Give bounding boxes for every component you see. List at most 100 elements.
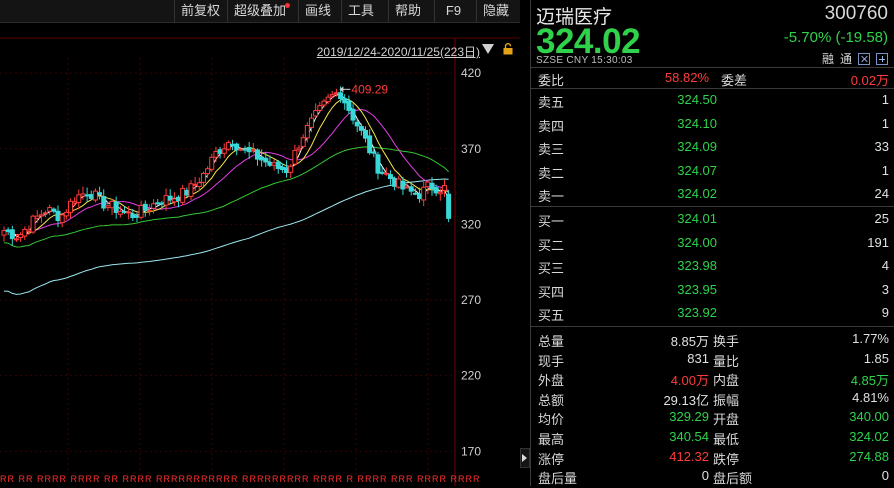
commission-ratio-row: 委比 58.82% 委差 0.02万: [531, 67, 894, 90]
candle-body: [192, 183, 198, 186]
margin-badge: 融: [821, 52, 834, 66]
candle-body: [43, 212, 49, 215]
candle-body: [425, 181, 431, 188]
order-book-row[interactable]: 卖三 324.09 33: [531, 136, 894, 159]
candle-body: [292, 149, 298, 165]
candle-body: [18, 234, 24, 238]
toolbar-super-overlay[interactable]: 超级叠加: [227, 0, 292, 22]
candle-body: [429, 182, 435, 190]
level-volume: 1: [881, 162, 889, 178]
toolbar-label: 工具: [348, 3, 375, 18]
candlestick-chart[interactable]: 420 370 320 270 220 170 409.29: [0, 0, 520, 486]
panel-collapse-handle[interactable]: [520, 448, 530, 468]
candle-body: [408, 186, 414, 192]
candle-body: [72, 201, 78, 204]
candle-body: [55, 210, 61, 221]
candle-body: [5, 229, 11, 232]
level-label: 卖五: [538, 95, 565, 110]
toolbar-help[interactable]: 帮助: [388, 0, 427, 22]
level-volume: 1: [881, 92, 889, 107]
candle-body: [9, 229, 15, 240]
candle-body: [225, 142, 231, 150]
toolbar-label: 隐藏: [483, 3, 510, 18]
candle-body: [371, 151, 377, 154]
candle-body: [101, 196, 107, 209]
candle-body: [383, 172, 389, 175]
notification-dot-icon: [285, 3, 291, 8]
level-label: 卖三: [538, 142, 565, 157]
candle-body: [34, 215, 40, 219]
stat-value: 340.54: [669, 429, 709, 444]
candle-body: [421, 186, 427, 201]
price-tick-label: 270: [461, 293, 481, 307]
price-tick-label: 420: [461, 66, 481, 80]
candle-body: [313, 110, 319, 117]
candle-body: [92, 190, 98, 201]
candle-body: [271, 162, 277, 166]
level-price: 323.92: [677, 305, 717, 320]
stat-value: 0: [881, 468, 889, 484]
level-volume: 3: [881, 281, 889, 297]
close-icon[interactable]: [858, 52, 870, 65]
level-price: 323.98: [677, 258, 717, 273]
candle-body: [26, 229, 32, 233]
candle-body: [196, 182, 202, 187]
candle-body: [13, 238, 19, 241]
candle-body: [84, 194, 90, 197]
candle-body: [146, 209, 152, 212]
candle-body: [59, 214, 65, 224]
candle-body: [379, 171, 385, 174]
candle-body: [404, 186, 410, 189]
order-book-row[interactable]: 卖一 324.02 24: [531, 183, 894, 206]
candle-body: [367, 135, 373, 154]
stat-value: 412.32: [669, 448, 709, 464]
order-book-row[interactable]: 买三 323.98 4: [531, 255, 894, 278]
candle-body: [205, 168, 211, 175]
add-icon[interactable]: [876, 52, 888, 65]
candle-body: [130, 213, 136, 219]
order-book-row[interactable]: 卖二 324.07 1: [531, 160, 894, 183]
order-book-row[interactable]: 买五 323.92 9: [531, 302, 894, 325]
price-tick-label: 170: [461, 444, 481, 458]
level-volume: 9: [881, 305, 889, 320]
peak-price-label: 409.29: [351, 82, 388, 96]
candle-body: [171, 198, 177, 203]
candle-body: [30, 215, 36, 233]
candle-body: [142, 203, 148, 211]
order-book-row[interactable]: 卖四 324.10 1: [531, 113, 894, 136]
toolbar-adjust-forward[interactable]: 前复权: [174, 0, 226, 22]
candle-body: [180, 187, 186, 203]
candle-body: [155, 202, 161, 205]
lock-icon[interactable]: [502, 43, 514, 55]
candle-body: [254, 149, 260, 160]
level-label: 买二: [538, 237, 565, 253]
divider: [531, 206, 894, 207]
level-volume: 191: [867, 234, 889, 250]
toolbar-hide[interactable]: 隐藏: [476, 0, 515, 22]
level-label: 卖四: [538, 118, 565, 134]
candle-body: [76, 194, 82, 203]
candle-body: [209, 156, 215, 170]
date-range-text[interactable]: 2019/12/24-2020/11/25(223日): [317, 43, 480, 60]
level-price: 324.09: [677, 139, 717, 154]
candle-body: [38, 214, 44, 217]
level-volume: 1: [881, 115, 889, 131]
level-volume: 4: [881, 258, 889, 273]
order-book-row[interactable]: 卖五 324.50 1: [531, 89, 894, 112]
candle-body: [105, 205, 111, 208]
order-book-row[interactable]: 买四 323.95 3: [531, 279, 894, 302]
price-change: -5.70% (-19.58): [783, 29, 888, 46]
toolbar-draw-line[interactable]: 画线: [298, 0, 337, 22]
dropdown-arrow-icon[interactable]: [482, 44, 494, 54]
candle-body: [51, 208, 57, 212]
level-price: 324.50: [677, 92, 717, 107]
kline-chart-area[interactable]: 420 370 320 270 220 170 409.29 前复权 超级叠加 画线 工具 …: [0, 0, 520, 486]
event-marks-strip: RR RR RRRR RRRR RR RRRR RRRRRRRRRRR RRRR…: [0, 474, 481, 484]
toolbar-tools[interactable]: 工具: [341, 0, 380, 22]
order-book-row[interactable]: 买二 324.00 191: [531, 232, 894, 255]
candle-body: [138, 204, 144, 218]
candle-body: [126, 211, 132, 214]
ma120-line: [3, 178, 449, 295]
toolbar-f9[interactable]: F9: [434, 0, 472, 22]
order-book-row[interactable]: 买一 324.01 25: [531, 208, 894, 231]
